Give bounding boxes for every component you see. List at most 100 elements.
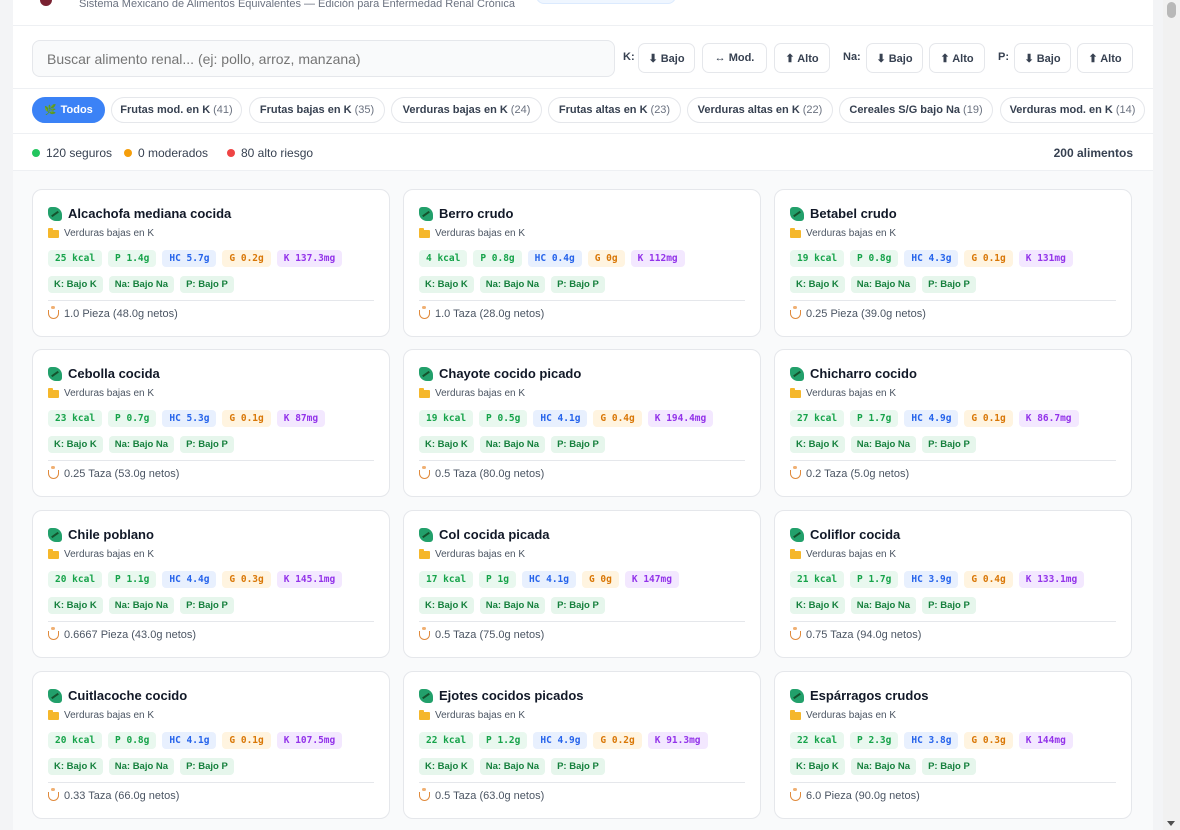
portion-label: 0.75 Taza (94.0g netos)	[806, 629, 922, 641]
chip-frutas-altas-k[interactable]: Frutas altas en K (23)	[548, 97, 681, 123]
food-card[interactable]: Chayote cocido picado Verduras bajas en K…	[403, 349, 761, 497]
kcal-tag: 23 kcal	[48, 410, 103, 427]
nutrient-tags: 19 kcal P 0.8g HC 4.3g G 0.1g K 131mg	[790, 250, 1073, 267]
p-high-button[interactable]: ⬆ Alto	[1077, 43, 1133, 73]
portion-label: 0.6667 Pieza (43.0g netos)	[64, 629, 197, 641]
card-divider	[419, 460, 745, 461]
nutrient-tags: 20 kcal P 0.8g HC 4.1g G 0.1g K 107.5mg	[48, 732, 343, 749]
fat-tag: G 0.1g	[964, 410, 1013, 427]
carbs-tag: HC 3.8g	[904, 732, 959, 749]
bowl-icon	[790, 305, 801, 319]
chip-verduras-mod-k[interactable]: Verduras mod. en K (14)	[1000, 97, 1145, 123]
folder-icon	[419, 548, 430, 559]
food-card[interactable]: Berro crudo Verduras bajas en K 4 kcal P 0.…	[403, 189, 761, 337]
vegetable-icon	[48, 366, 62, 381]
fat-tag: G 0.4g	[593, 410, 642, 427]
k-mod-button[interactable]: ↔ Mod.	[702, 43, 767, 73]
nutrient-tags: 22 kcal P 1.2g HC 4.9g G 0.2g K 91.3mg	[419, 732, 708, 749]
food-name: Chile poblano	[68, 527, 154, 542]
food-portion: 0.33 Taza (66.0g netos)	[48, 787, 179, 802]
sodium-level-badge: Na: Bajo Na	[850, 276, 917, 293]
protein-tag: P 0.8g	[850, 250, 899, 267]
folder-icon	[790, 709, 801, 720]
kcal-tag: 21 kcal	[790, 571, 845, 588]
kcal-tag: 22 kcal	[790, 732, 845, 749]
food-card[interactable]: Col cocida picada Verduras bajas en K 17 k…	[403, 510, 761, 658]
vegetable-icon	[48, 206, 62, 221]
food-title: Cuitlacoche cocido	[48, 688, 187, 703]
potassium-tag: K 194.4mg	[647, 410, 714, 427]
safe-count: 120 seguros	[46, 146, 113, 160]
fat-tag: G 0.3g	[964, 732, 1013, 749]
bowl-icon	[790, 465, 801, 479]
bowl-icon	[419, 465, 430, 479]
food-name: Alcachofa mediana cocida	[68, 206, 232, 221]
potassium-tag: K 131mg	[1018, 250, 1073, 267]
phosphorus-level-badge: P: Bajo P	[922, 436, 976, 453]
chip-cereales-sg[interactable]: Cereales S/G bajo Na (19)	[839, 97, 993, 123]
chip-label: Frutas altas en K	[558, 104, 648, 116]
sodium-level-badge: Na: Bajo Na	[108, 758, 175, 775]
food-category: Verduras bajas en K	[48, 227, 154, 239]
food-card[interactable]: Chicharro cocido Verduras bajas en K 27 kc…	[774, 349, 1132, 497]
protein-tag: P 0.5g	[479, 410, 528, 427]
k-low-button[interactable]: ⬇ Bajo	[638, 43, 695, 73]
search-input[interactable]	[32, 40, 615, 77]
food-name: Espárragos crudos	[810, 688, 929, 703]
na-high-button[interactable]: ⬆ Alto	[929, 43, 985, 73]
protein-tag: P 0.8g	[473, 250, 522, 267]
food-category-label: Verduras bajas en K	[64, 549, 155, 560]
food-card[interactable]: Cebolla cocida Verduras bajas en K 23 kcal…	[32, 349, 390, 497]
vegetable-icon	[419, 206, 433, 221]
chip-todos[interactable]: 🌿 Todos	[32, 97, 105, 123]
protein-tag: P 1.7g	[850, 410, 899, 427]
p-low-button[interactable]: ⬇ Bajo	[1014, 43, 1071, 73]
card-divider	[48, 621, 374, 622]
food-name: Chicharro cocido	[810, 366, 917, 381]
potassium-tag: K 145.1mg	[276, 571, 343, 588]
fat-tag: G 0g	[587, 250, 625, 267]
level-badges: K: Bajo K Na: Bajo Na P: Bajo P	[48, 436, 234, 453]
portion-label: 0.5 Taza (80.0g netos)	[435, 468, 545, 480]
food-card[interactable]: Betabel crudo Verduras bajas en K 19 kcal P…	[774, 189, 1132, 337]
portion-label: 1.0 Taza (28.0g netos)	[435, 308, 545, 320]
food-card[interactable]: Espárragos crudos Verduras bajas en K 22 k…	[774, 671, 1132, 819]
scrollbar[interactable]	[1163, 0, 1180, 830]
food-card[interactable]: Chile poblano Verduras bajas en K 20 kcal P…	[32, 510, 390, 658]
k-high-button[interactable]: ⬆ Alto	[774, 43, 830, 73]
vegetable-icon	[419, 527, 433, 542]
scroll-down-arrow-icon[interactable]	[1167, 821, 1175, 826]
potassium-level-badge: K: Bajo K	[419, 276, 474, 293]
level-badges: K: Bajo K Na: Bajo Na P: Bajo P	[790, 276, 976, 293]
scroll-thumb[interactable]	[1167, 2, 1176, 18]
food-card[interactable]: Ejotes cocidos picados Verduras bajas en …	[403, 671, 761, 819]
folder-icon	[48, 548, 59, 559]
app-page: Sistema Mexicano de Alimentos Equivalent…	[13, 0, 1153, 830]
chip-frutas-bajas-k[interactable]: Frutas bajas en K (35)	[249, 97, 385, 123]
sodium-level-badge: Na: Bajo Na	[479, 758, 546, 775]
phosphorus-filter-label: P:	[998, 51, 1009, 63]
chip-verduras-altas-k[interactable]: Verduras altas en K (22)	[687, 97, 833, 123]
food-card[interactable]: Alcachofa mediana cocida Verduras bajas e…	[32, 189, 390, 337]
na-low-button[interactable]: ⬇ Bajo	[866, 43, 923, 73]
food-card[interactable]: Coliflor cocida Verduras bajas en K 21 kca…	[774, 510, 1132, 658]
food-card[interactable]: Cuitlacoche cocido Verduras bajas en K 20 …	[32, 671, 390, 819]
phosphorus-level-badge: P: Bajo P	[180, 758, 234, 775]
card-divider	[790, 782, 1116, 783]
food-title: Chile poblano	[48, 527, 154, 542]
potassium-level-badge: K: Bajo K	[790, 276, 845, 293]
nutrient-tags: 25 kcal P 1.4g HC 5.7g G 0.2g K 137.3mg	[48, 250, 343, 267]
header-badge[interactable]	[536, 0, 676, 4]
app-subtitle: Sistema Mexicano de Alimentos Equivalent…	[79, 0, 515, 10]
chip-frutas-mod-k[interactable]: Frutas mod. en K (41)	[111, 97, 242, 123]
food-portion: 0.25 Taza (53.0g netos)	[48, 465, 179, 480]
potassium-level-badge: K: Bajo K	[419, 436, 474, 453]
food-category-label: Verduras bajas en K	[435, 710, 526, 721]
potassium-filter-label: K:	[623, 51, 635, 63]
nutrient-tags: 4 kcal P 0.8g HC 0.4g G 0g K 112mg	[419, 250, 685, 267]
fat-tag: G 0.2g	[222, 250, 271, 267]
bowl-icon	[419, 787, 430, 801]
food-title: Alcachofa mediana cocida	[48, 206, 231, 221]
carbs-tag: HC 4.9g	[904, 410, 959, 427]
chip-verduras-bajas-k[interactable]: Verduras bajas en K (24)	[391, 97, 542, 123]
